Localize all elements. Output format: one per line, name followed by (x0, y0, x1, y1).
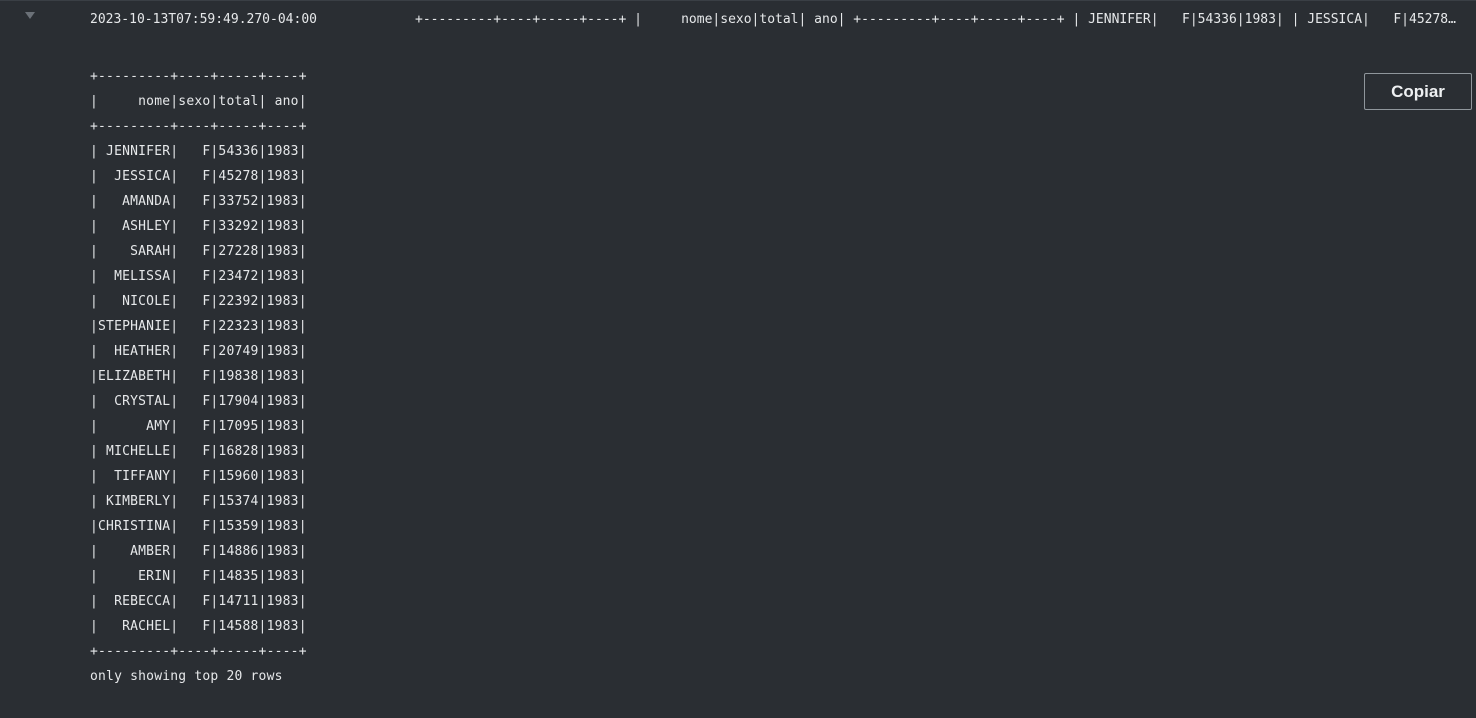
table-row: |STEPHANIE| F|22323|1983| (90, 319, 307, 334)
table-row: | AMBER| F|14886|1983| (90, 544, 307, 559)
table-row: |ELIZABETH| F|19838|1983| (90, 369, 307, 384)
table-row: | AMANDA| F|33752|1983| (90, 194, 307, 209)
table-row: | ASHLEY| F|33292|1983| (90, 219, 307, 234)
table-row: |CHRISTINA| F|15359|1983| (90, 519, 307, 534)
table-row: | MICHELLE| F|16828|1983| (90, 444, 307, 459)
table-row: | JESSICA| F|45278|1983| (90, 169, 307, 184)
table-row: | MELISSA| F|23472|1983| (90, 269, 307, 284)
table-row: | KIMBERLY| F|15374|1983| (90, 494, 307, 509)
table-row: | REBECCA| F|14711|1983| (90, 594, 307, 609)
table-footer-note: only showing top 20 rows (90, 669, 283, 684)
table-row: | ERIN| F|14835|1983| (90, 569, 307, 584)
log-message-body: +---------+----+-----+----+ | nome|sexo|… (90, 64, 307, 689)
table-row: | AMY| F|17095|1983| (90, 419, 307, 434)
table-header: | nome|sexo|total| ano| (90, 94, 307, 109)
table-border-top: +---------+----+-----+----+ (90, 69, 307, 84)
table-border-bottom: +---------+----+-----+----+ (90, 644, 307, 659)
table-row: | HEATHER| F|20749|1983| (90, 344, 307, 359)
event-summary: +---------+----+-----+----+ | nome|sexo|… (415, 12, 1461, 27)
table-row: | RACHEL| F|14588|1983| (90, 619, 307, 634)
table-row: | NICOLE| F|22392|1983| (90, 294, 307, 309)
table-row: | CRYSTAL| F|17904|1983| (90, 394, 307, 409)
table-border-header: +---------+----+-----+----+ (90, 119, 307, 134)
copy-button[interactable]: Copiar (1364, 73, 1472, 110)
table-row: | SARAH| F|27228|1983| (90, 244, 307, 259)
table-row: | JENNIFER| F|54336|1983| (90, 144, 307, 159)
top-border (0, 0, 1476, 1)
table-row: | TIFFANY| F|15960|1983| (90, 469, 307, 484)
event-timestamp: 2023-10-13T07:59:49.270-04:00 (90, 12, 317, 27)
caret-down-icon[interactable] (20, 8, 40, 26)
